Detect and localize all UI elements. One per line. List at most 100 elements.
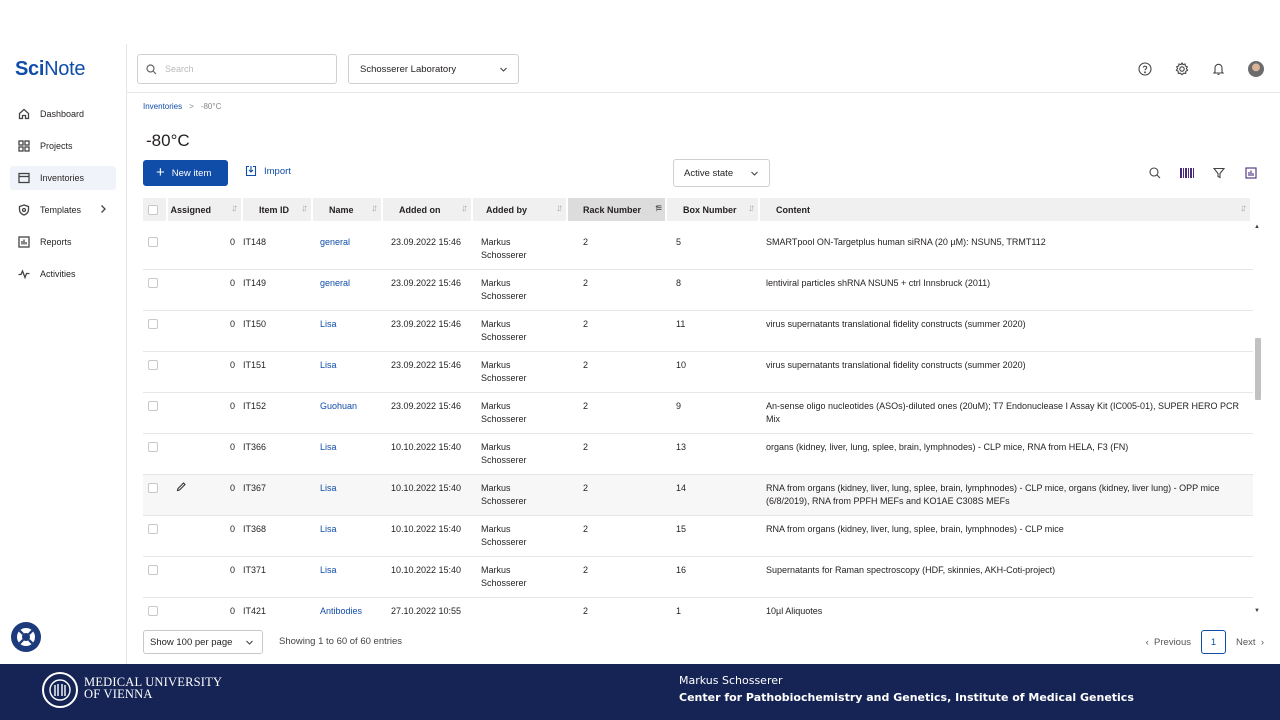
cell-assigned: 0 bbox=[168, 270, 243, 310]
row-checkbox[interactable] bbox=[148, 401, 158, 411]
sidebar-item-reports[interactable]: Reports bbox=[10, 230, 116, 254]
cell-name-link[interactable]: Lisa bbox=[313, 311, 383, 351]
sidebar-item-projects[interactable]: Projects bbox=[10, 134, 116, 158]
avatar[interactable] bbox=[1248, 61, 1264, 77]
row-checkbox[interactable] bbox=[148, 483, 158, 493]
cell-item-id: IT371 bbox=[243, 557, 313, 597]
sidebar-item-label: Inventories bbox=[40, 173, 84, 183]
breadcrumb: Inventories > -80°C bbox=[143, 102, 221, 111]
sidebar-item-inventories[interactable]: Inventories bbox=[10, 166, 116, 190]
table-row[interactable]: 0IT151Lisa23.09.2022 15:46Markus Schosse… bbox=[143, 352, 1253, 393]
global-search[interactable] bbox=[137, 54, 337, 84]
chevron-right-icon[interactable] bbox=[98, 204, 108, 214]
filter-icon[interactable] bbox=[1212, 166, 1226, 180]
table-scrollbar[interactable]: ▲ ▼ bbox=[1253, 222, 1263, 618]
header-item-id[interactable]: Item ID↓↑ bbox=[243, 198, 313, 221]
cell-added-on: 23.09.2022 15:46 bbox=[383, 352, 473, 392]
edit-pencil-icon[interactable] bbox=[176, 481, 187, 495]
new-item-button[interactable]: + New item bbox=[143, 160, 228, 186]
table-row[interactable]: 0IT368Lisa10.10.2022 15:40Markus Schosse… bbox=[143, 516, 1253, 557]
cell-item-id: IT151 bbox=[243, 352, 313, 392]
sort-icon: ↓↑ bbox=[748, 203, 752, 214]
header-assigned[interactable]: Assigned↓↑ bbox=[168, 198, 243, 221]
table-row[interactable]: 0IT152Guohuan23.09.2022 15:46Markus Scho… bbox=[143, 393, 1253, 434]
barcode-icon[interactable] bbox=[1180, 166, 1194, 180]
cell-name-link[interactable]: Lisa bbox=[313, 557, 383, 597]
sidebar-item-dashboard[interactable]: Dashboard bbox=[10, 102, 116, 126]
row-checkbox[interactable] bbox=[148, 565, 158, 575]
import-icon bbox=[245, 165, 257, 177]
row-checkbox[interactable] bbox=[148, 360, 158, 370]
sidebar-item-templates[interactable]: Templates bbox=[10, 198, 116, 222]
per-page-dropdown[interactable]: Show 100 per page bbox=[143, 630, 263, 654]
scroll-thumb[interactable] bbox=[1255, 338, 1261, 400]
row-checkbox[interactable] bbox=[148, 524, 158, 534]
table-row[interactable]: 0IT366Lisa10.10.2022 15:40Markus Schosse… bbox=[143, 434, 1253, 475]
support-lifebuoy-button[interactable] bbox=[11, 622, 41, 652]
header-name[interactable]: Name↓↑ bbox=[313, 198, 383, 221]
cell-name-link[interactable]: Guohuan bbox=[313, 393, 383, 433]
presenter-name: Markus Schosserer bbox=[679, 672, 1134, 689]
cell-name-link[interactable]: Lisa bbox=[313, 434, 383, 474]
active-state-value: Active state bbox=[684, 168, 733, 179]
scinote-logo[interactable]: SciNote bbox=[15, 58, 85, 81]
search-icon[interactable] bbox=[1148, 166, 1162, 180]
help-icon[interactable] bbox=[1137, 62, 1152, 77]
per-page-value: Show 100 per page bbox=[150, 637, 232, 648]
settings-icon[interactable] bbox=[1174, 62, 1189, 77]
cell-added-on: 23.09.2022 15:46 bbox=[383, 229, 473, 269]
header-added-on[interactable]: Added on↓↑ bbox=[383, 198, 473, 221]
grid-icon bbox=[18, 140, 30, 152]
cell-name-link[interactable]: general bbox=[313, 229, 383, 269]
cell-assigned: 0 bbox=[168, 598, 243, 618]
cell-box-number: 16 bbox=[667, 557, 760, 597]
next-page-button[interactable]: Next › bbox=[1236, 637, 1264, 648]
columns-icon[interactable] bbox=[1244, 166, 1258, 180]
cell-name-link[interactable]: Antibodies bbox=[313, 598, 383, 618]
cell-item-id: IT148 bbox=[243, 229, 313, 269]
cell-box-number: 15 bbox=[667, 516, 760, 556]
row-checkbox[interactable] bbox=[148, 237, 158, 247]
cell-name-link[interactable]: Lisa bbox=[313, 352, 383, 392]
select-all-checkbox[interactable] bbox=[148, 205, 158, 215]
table-row[interactable]: 0IT421Antibodies27.10.2022 10:552110µl A… bbox=[143, 598, 1253, 618]
scroll-up-icon[interactable]: ▲ bbox=[1254, 224, 1260, 230]
header-content[interactable]: Content↓↑ bbox=[760, 198, 1252, 221]
search-input[interactable] bbox=[165, 64, 325, 74]
cell-name-link[interactable]: Lisa bbox=[313, 475, 383, 515]
row-checkbox bbox=[143, 270, 168, 310]
cell-content: RNA from organs (kidney, liver, lung, sp… bbox=[760, 516, 1252, 556]
bell-icon[interactable] bbox=[1211, 62, 1226, 77]
cell-added-on: 10.10.2022 15:40 bbox=[383, 475, 473, 515]
active-state-dropdown[interactable]: Active state bbox=[673, 159, 770, 187]
header-rack-number[interactable]: Rack Number↑≡ bbox=[568, 198, 667, 221]
table-row[interactable]: 0IT371Lisa10.10.2022 15:40Markus Schosse… bbox=[143, 557, 1253, 598]
header-box-number[interactable]: Box Number↓↑ bbox=[667, 198, 760, 221]
cell-rack-number: 2 bbox=[568, 311, 667, 351]
row-checkbox[interactable] bbox=[148, 606, 158, 616]
row-checkbox[interactable] bbox=[148, 319, 158, 329]
chevron-down-icon bbox=[750, 169, 759, 178]
page-1-button[interactable]: 1 bbox=[1201, 630, 1226, 654]
row-checkbox[interactable] bbox=[148, 442, 158, 452]
cell-assigned: 0 bbox=[168, 393, 243, 433]
scroll-down-icon[interactable]: ▼ bbox=[1254, 608, 1260, 614]
header-added-by[interactable]: Added by↓↑ bbox=[473, 198, 568, 221]
table-row[interactable]: 0IT367Lisa10.10.2022 15:40Markus Schosse… bbox=[143, 475, 1253, 516]
table-row[interactable]: 0IT148general23.09.2022 15:46Markus Scho… bbox=[143, 229, 1253, 270]
row-checkbox[interactable] bbox=[148, 278, 158, 288]
table-row[interactable]: 0IT150Lisa23.09.2022 15:46Markus Schosse… bbox=[143, 311, 1253, 352]
sidebar-item-activities[interactable]: Activities bbox=[10, 262, 116, 286]
import-button[interactable]: Import bbox=[245, 165, 291, 177]
sort-icon: ↓↑ bbox=[556, 203, 560, 214]
cell-name-link[interactable]: general bbox=[313, 270, 383, 310]
table-row[interactable]: 0IT149general23.09.2022 15:46Markus Scho… bbox=[143, 270, 1253, 311]
breadcrumb-inventories-link[interactable]: Inventories bbox=[143, 102, 182, 111]
cell-rack-number: 2 bbox=[568, 229, 667, 269]
previous-page-button[interactable]: ‹ Previous bbox=[1146, 637, 1191, 648]
team-selector[interactable]: Schosserer Laboratory bbox=[348, 54, 519, 84]
cell-item-id: IT150 bbox=[243, 311, 313, 351]
sidebar-item-label: Templates bbox=[40, 205, 81, 215]
cell-added-by: Markus Schosserer bbox=[473, 557, 568, 597]
cell-name-link[interactable]: Lisa bbox=[313, 516, 383, 556]
